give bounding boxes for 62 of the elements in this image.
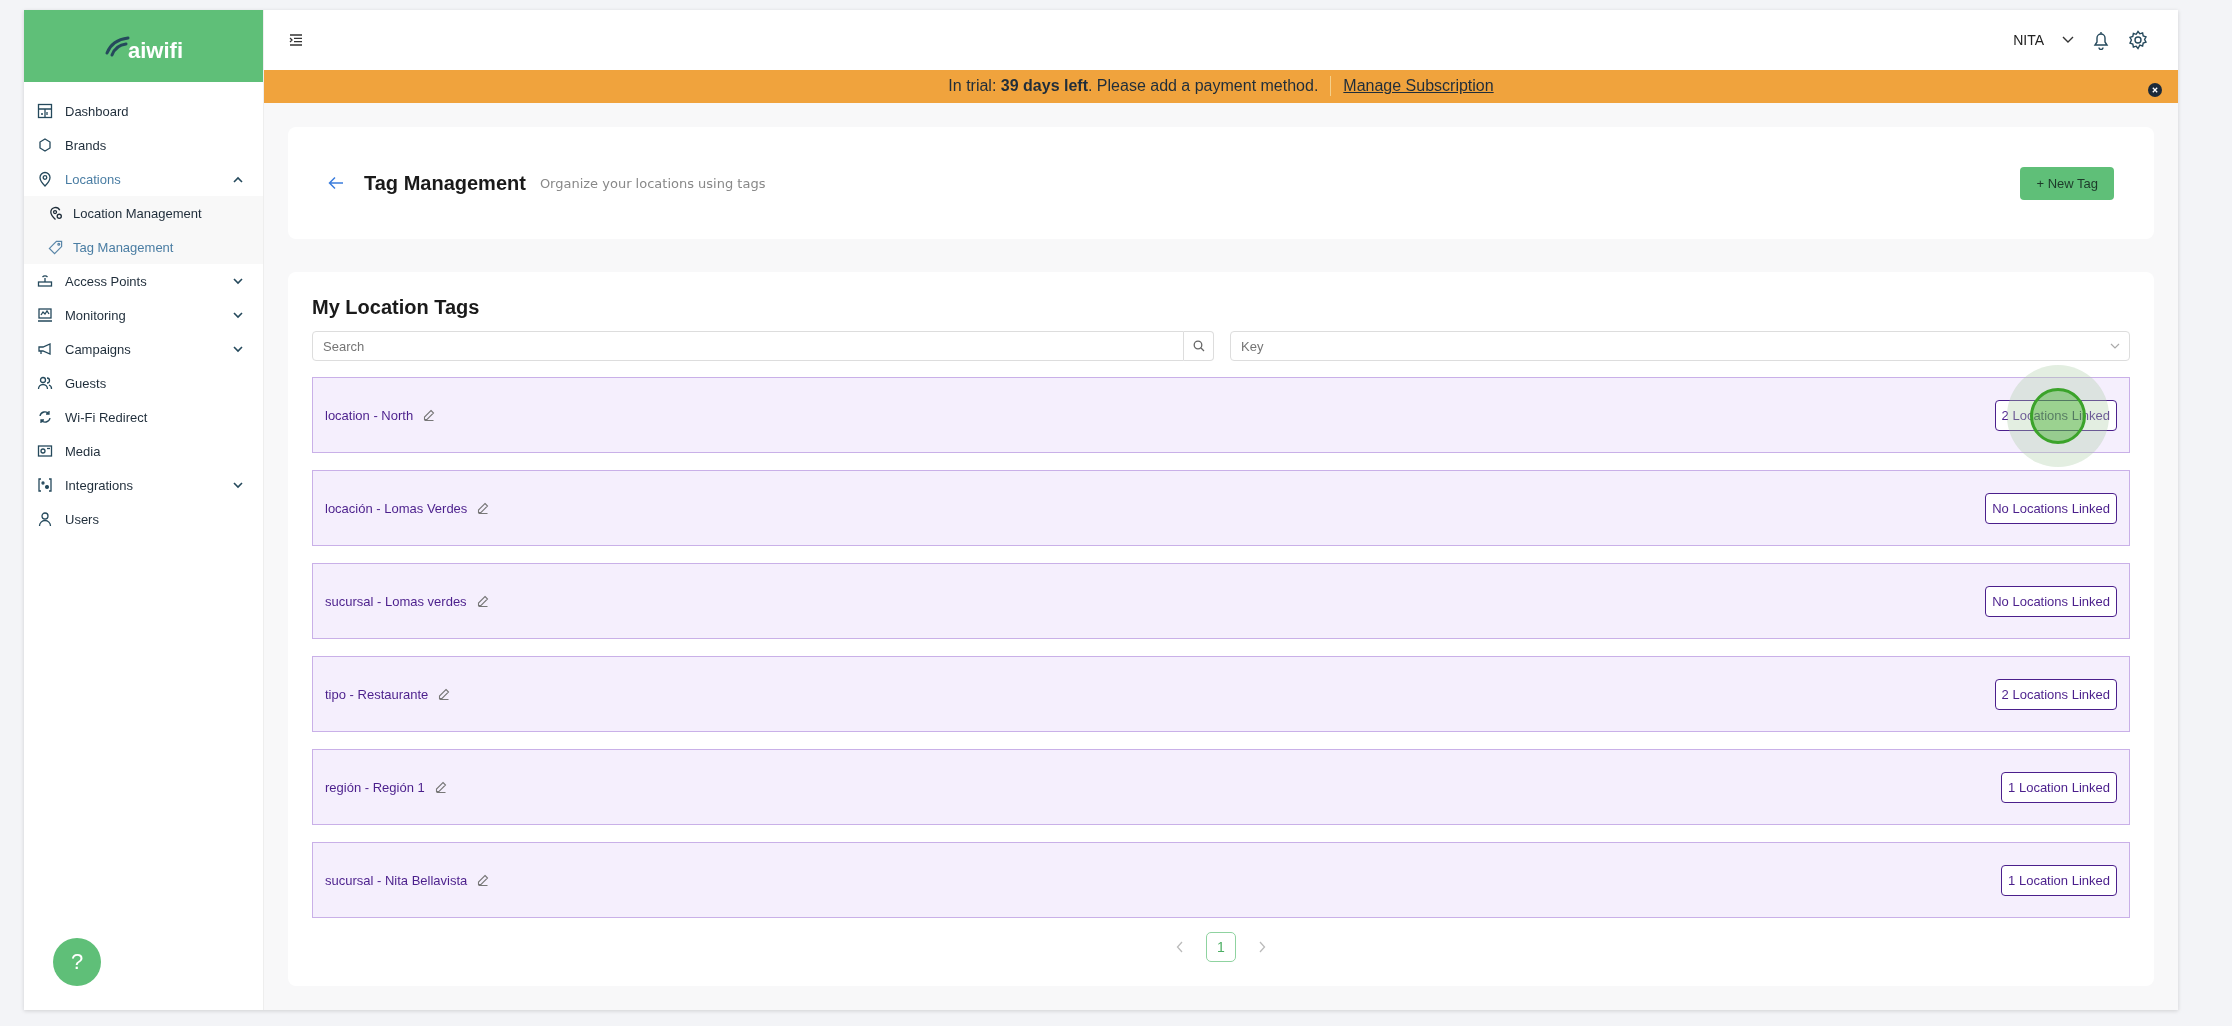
tag-name: locación - Lomas Verdes — [325, 500, 468, 516]
sidebar-item[interactable]: Access Points — [24, 264, 263, 298]
dashboard-icon — [37, 103, 53, 119]
location-gear-icon — [48, 205, 63, 221]
sidebar-item[interactable]: Media — [24, 434, 263, 468]
linked-locations-button[interactable]: No Locations Linked — [1985, 585, 2117, 617]
page-title: Tag Management — [364, 171, 526, 195]
sidebar-subitem[interactable]: Tag Management — [24, 230, 263, 264]
chevron-down-icon — [2110, 343, 2120, 349]
media-icon — [37, 443, 53, 459]
linked-locations-button[interactable]: No Locations Linked — [1985, 492, 2117, 524]
tag-name: región - Región 1 — [325, 779, 425, 795]
key-select[interactable]: Key — [1230, 331, 2130, 361]
trial-message: In trial: 39 days left. Please add a payment method. — [948, 77, 1319, 96]
edit-icon[interactable] — [477, 874, 490, 886]
linked-locations-button[interactable]: 1 Location Linked — [2001, 771, 2117, 803]
tag-name: sucursal - Lomas verdes — [325, 593, 467, 609]
tag-name: location - North — [325, 407, 414, 423]
tag-name: sucursal - Nita Bellavista — [325, 872, 468, 888]
location-pin-icon — [37, 171, 53, 187]
section-title: My Location Tags — [312, 296, 481, 319]
megaphone-icon — [37, 341, 53, 357]
edit-icon[interactable] — [438, 688, 451, 700]
search-field[interactable]: Search — [312, 331, 1184, 361]
sidebar-item[interactable]: Monitoring — [24, 298, 263, 332]
sidebar-item[interactable]: Guests — [24, 366, 263, 400]
users-icon — [37, 375, 53, 391]
search-icon — [1192, 340, 1205, 352]
chevron-down-icon[interactable] — [2062, 35, 2074, 44]
tag-name: tipo - Restaurante — [325, 686, 429, 702]
new-tag-button[interactable]: + New Tag — [2020, 166, 2114, 200]
search-button[interactable] — [1184, 331, 1214, 361]
sidebar-item[interactable]: Brands — [24, 128, 263, 162]
sidebar-subitem[interactable]: Location Management — [24, 196, 263, 230]
close-icon[interactable] — [2148, 82, 2162, 97]
sidebar-item[interactable]: Dashboard — [24, 94, 263, 128]
brands-icon — [37, 137, 53, 153]
sidebar-item[interactable]: Wi-Fi Redirect — [24, 400, 263, 434]
page-subtitle: Organize your locations using tags — [539, 175, 767, 191]
user-menu[interactable]: NITA — [2013, 31, 2044, 48]
manage-subscription-link[interactable]: Manage Subscription — [1343, 77, 1494, 96]
edit-icon[interactable] — [423, 409, 436, 421]
tag-icon — [48, 239, 63, 255]
user-icon — [37, 511, 53, 527]
monitor-icon — [37, 307, 53, 323]
edit-icon[interactable] — [477, 502, 490, 514]
sidebar-item[interactable]: Users — [24, 502, 263, 536]
sidebar-item[interactable]: Locations — [24, 162, 263, 196]
bell-icon[interactable] — [2092, 29, 2110, 50]
logo-text: aiwifi — [128, 38, 183, 64]
edit-icon[interactable] — [434, 781, 447, 793]
settings-icon[interactable] — [2128, 29, 2148, 50]
integrations-icon — [37, 477, 53, 493]
sidebar-item[interactable]: Campaigns — [24, 332, 263, 366]
linked-locations-button[interactable]: 2 Locations Linked — [1994, 678, 2117, 710]
router-icon — [37, 273, 53, 289]
sidebar-item[interactable]: Integrations — [24, 468, 263, 502]
menu-icon[interactable] — [289, 33, 303, 46]
edit-icon[interactable] — [476, 595, 489, 607]
back-arrow-icon[interactable] — [328, 176, 344, 190]
linked-locations-button[interactable]: 1 Location Linked — [2001, 864, 2117, 896]
refresh-icon — [37, 409, 53, 425]
